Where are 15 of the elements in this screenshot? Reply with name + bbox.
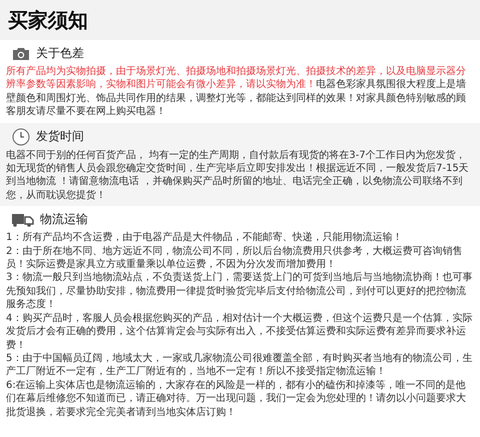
page-title: 买家须知	[0, 0, 480, 40]
section-heading: 物流运输	[40, 211, 88, 228]
truck-icon	[12, 212, 34, 227]
notice-paragraph: 2：由于所在地不同、地方远近不同，物流公司不同，所以后台物流费用只供参考，大概运费可咨询销售员！实际运费是家具立方或重量乘以单位运费，不因为分次发而增加费用！	[6, 244, 464, 272]
notice-paragraph: 3：物流一般只到当地物流站点，不负责送货上门，需要送货上门的可货到当地后与当地物流协商！也可事先预知我们，尽量协助安排，物流费用一律提货时验货完毕后支付给物流公司，到付可以更好的把控物流服务态度！	[6, 271, 474, 312]
notice-paragraph: 电器不同于别的任何百货产品， 均有一定的生产周期，自付款后有现货的将在3-7个工作日内为您发货，如无现货的销售人员会跟您确定交货时间，生产完毕后立即安排发出！根据远近不同，一般发货后7-15天到当地物流 ！请留意物流电话 ，并确保购买产品时所留的地址、电话完全正确，以免物流公司联络不到您，从而耽误您提货！	[6, 148, 470, 202]
clock-icon	[12, 128, 30, 146]
section-heading: 发货时间	[36, 128, 84, 146]
notice-paragraph: 所有产品均为实物拍摄，由于场景灯光、拍摄场地和拍摄场景灯光、拍摄技术的差异，以及电脑显示器分辨率参数等因素影响，实物和图片可能会有微小差异，请以实物为准！电器色彩家具氛围很大程度上是墙壁颜色和周围灯光、饰品共同作用的结果，调整灯光等，都能达到同样的效果！对家具颜色特别敏感的顾客朋友请尽量不要在网上购买电器！	[6, 65, 467, 119]
section-heading: 关于色差	[36, 45, 84, 62]
notice-paragraph: 1：所有产品均不含运费，由于电器产品是大件物品，不能邮寄、快递，只能用物流运输！	[6, 231, 404, 245]
notice-paragraph: 5：由于中国幅员辽阔，地域太大，一家或几家物流公司很难覆盖全部，有时购买者当地有的物流公司，生产工厂附近不一定有，生产工厂附近有的，当地不一定有！所以不接受指定物流运输！	[6, 352, 474, 379]
notice-paragraph: 4：购买产品时，客服人员会根据您购买的产品，相对估计一个大概运费，但这个运费只是一个估算，实际发货后才会有正确的费用，这个估算肯定会与实际有出入，不接受估算运费和实际运费有差异而要求补运费！	[6, 312, 474, 352]
camera-icon	[12, 46, 30, 60]
notice-paragraph: 6:在运输上实体店也是物流运输的，大家存在的风险是一样的，都有小的磕伤和掉漆等，唯一不同的是他们在幕后维修您不知道而已，请正确对待。万一出现问题，我们一定会为您处理的！请勿以小问题要求大批货退换，若要求完全完美者请到当地实体店订购！	[6, 378, 467, 419]
